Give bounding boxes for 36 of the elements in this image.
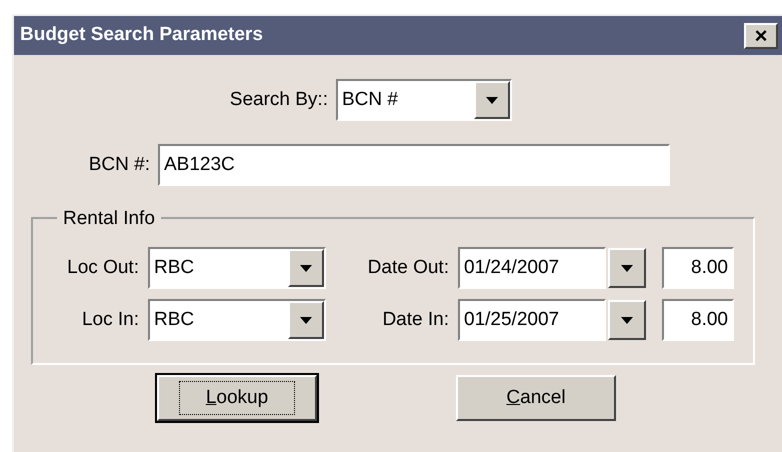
field-label: Loc In: <box>80 308 139 332</box>
dialog-button[interactable]: Lookup <box>157 375 317 421</box>
location-dropdown[interactable]: RBC <box>148 299 326 341</box>
hours-field[interactable]: 8.00 <box>662 299 734 341</box>
field-label: Date Out: <box>366 256 449 280</box>
window-title: Budget Search Parameters <box>20 23 263 48</box>
combo-value: RBC <box>153 308 196 332</box>
bcn-field[interactable]: AB123C <box>158 144 670 186</box>
date-field[interactable]: 01/24/2007 <box>458 247 606 289</box>
field-value: 01/25/2007 <box>464 308 560 332</box>
field-label: BCN #: <box>88 152 150 177</box>
dropdown-button[interactable] <box>288 249 324 287</box>
field-value: 01/24/2007 <box>464 256 560 280</box>
caret-icon <box>621 316 633 324</box>
dialog-button[interactable]: Cancel <box>456 375 616 421</box>
caret-icon <box>300 316 312 324</box>
dropdown-button[interactable] <box>288 301 324 339</box>
combo-value: BCN # <box>341 88 399 112</box>
combo-value: RBC <box>153 256 196 280</box>
field-label: Search By:: <box>228 88 328 112</box>
close-button[interactable]: × <box>744 22 778 48</box>
caret-icon <box>300 264 312 272</box>
caret-icon <box>486 96 498 104</box>
dropdown-button[interactable] <box>608 300 646 340</box>
search-by-dropdown[interactable]: BCN # <box>336 79 512 121</box>
dropdown-button[interactable] <box>608 248 646 288</box>
field-label: Loc Out: <box>66 256 139 280</box>
location-dropdown[interactable]: RBC <box>148 247 326 289</box>
field-value: AB123C <box>164 152 235 177</box>
field-value: 8.00 <box>691 308 728 332</box>
date-field[interactable]: 01/25/2007 <box>458 299 606 341</box>
caret-icon <box>621 264 633 272</box>
field-value: 8.00 <box>691 256 728 280</box>
dropdown-button[interactable] <box>474 81 510 119</box>
hours-field[interactable]: 8.00 <box>662 247 734 289</box>
field-label: Date In: <box>381 308 449 332</box>
